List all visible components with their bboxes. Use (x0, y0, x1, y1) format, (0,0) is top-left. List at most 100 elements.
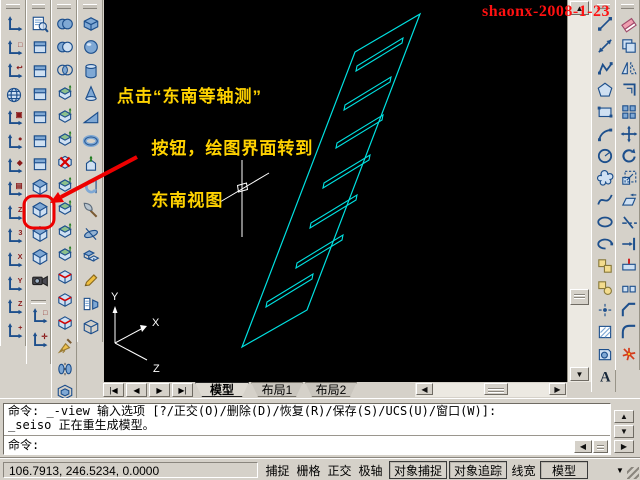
sphere-button[interactable] (81, 37, 101, 57)
chamfer-button[interactable] (619, 300, 639, 320)
spline-button[interactable] (595, 190, 615, 210)
wedge-button[interactable] (81, 107, 101, 127)
make-block-button[interactable] (595, 278, 615, 298)
z-axis-rotate-ucs-button[interactable]: Z (4, 297, 24, 317)
toggle-极轴[interactable]: 极轴 (356, 461, 385, 479)
ucs-dialog-button[interactable]: □ (4, 38, 24, 58)
solids-toolbar-grip[interactable] (83, 4, 97, 9)
front-view-button[interactable] (30, 131, 50, 151)
setup-profile-button[interactable] (81, 317, 101, 337)
separate-button[interactable] (55, 359, 75, 379)
copy-button[interactable] (619, 36, 639, 56)
move-button[interactable] (619, 124, 639, 144)
vertical-scrollbar[interactable]: ▲ ▼ (567, 0, 591, 382)
ucs-button[interactable] (4, 14, 24, 34)
vertical-scroll-thumb[interactable] (570, 289, 589, 305)
command-scroll-left-button[interactable]: ◀ (574, 440, 592, 453)
point-button[interactable] (595, 300, 615, 320)
extrude-faces-button[interactable] (55, 83, 75, 103)
rotate-faces-button[interactable] (55, 175, 75, 195)
copy-faces-button[interactable] (55, 221, 75, 241)
toggle-模型[interactable]: 模型 (540, 461, 588, 479)
top-view-button[interactable] (30, 37, 50, 57)
x-axis-rotate-ucs-button[interactable]: X (4, 250, 24, 270)
tab-布局1[interactable]: 布局1 (251, 382, 303, 397)
stretch-button[interactable] (619, 190, 639, 210)
hatch-button[interactable] (595, 322, 615, 342)
erase-button[interactable] (619, 14, 639, 34)
extend-button[interactable] (619, 234, 639, 254)
right-view-button[interactable] (30, 107, 50, 127)
offset-faces-button[interactable] (55, 129, 75, 149)
subtract-button[interactable] (55, 37, 75, 57)
se-isometric-button[interactable] (30, 200, 50, 220)
named-views-button[interactable] (30, 14, 50, 34)
multiline-text-button[interactable]: A (595, 366, 615, 386)
revolve-button[interactable] (81, 177, 101, 197)
modify-toolbar-grip[interactable] (621, 4, 634, 9)
next-tab-button[interactable]: ▶ (149, 383, 170, 397)
ucs-toolbar-grip[interactable] (6, 4, 20, 9)
sw-isometric-button[interactable] (30, 177, 50, 197)
explode-button[interactable] (619, 344, 639, 364)
scroll-right-button[interactable]: ▶ (549, 383, 566, 395)
command-prompt[interactable]: 命令: (8, 438, 39, 452)
box-button[interactable] (81, 14, 101, 34)
scale-button[interactable] (619, 168, 639, 188)
world-ucs-button[interactable] (4, 85, 24, 105)
back-view-button[interactable] (30, 154, 50, 174)
rotate-button[interactable] (619, 146, 639, 166)
object-ucs-button[interactable]: ▣ (4, 108, 24, 128)
scroll-left-button[interactable]: ◀ (416, 383, 433, 395)
tab-模型[interactable]: 模型 (195, 382, 249, 397)
cone-button[interactable] (81, 84, 101, 104)
toggle-捕捉[interactable]: 捕捉 (263, 461, 292, 479)
command-text-area[interactable]: 命令: _-view 输入选项 [?/正交(O)/删除(D)/恢复(R)/保存(… (3, 403, 611, 455)
apply-ucs-button[interactable]: + (4, 321, 24, 341)
ucs-previous-button[interactable]: ↩ (4, 61, 24, 81)
scroll-down-button[interactable]: ▼ (570, 367, 589, 381)
camera-button[interactable] (30, 270, 50, 290)
section-button[interactable] (81, 224, 101, 244)
region-button[interactable] (595, 344, 615, 364)
horizontal-scrollbar[interactable]: ◀ ▶ (415, 383, 567, 397)
command-scroll-up-button[interactable]: ▲ (614, 410, 634, 423)
intersect-button[interactable] (55, 60, 75, 80)
command-scroll-down-button[interactable]: ▼ (614, 425, 634, 438)
ucs-3point-button[interactable]: 3 (4, 226, 24, 246)
clean-button[interactable] (55, 336, 75, 356)
cylinder-button[interactable] (81, 61, 101, 81)
tab-布局2[interactable]: 布局2 (305, 382, 357, 397)
command-scroll-thumb[interactable] (593, 440, 608, 453)
setup-drawing-button[interactable] (81, 270, 101, 290)
imprint-button[interactable] (55, 313, 75, 333)
named-ucs-dialog-button[interactable]: □ (29, 306, 49, 326)
status-dropdown-icon[interactable]: ▼ (616, 466, 624, 475)
slice-button[interactable] (81, 200, 101, 220)
interfere-button[interactable] (81, 247, 101, 267)
drawing-canvas[interactable]: Y X Z 点击“东南等轴测” 按钮，绘图界面转到 东南视图 (104, 0, 567, 382)
polygon-button[interactable] (595, 80, 615, 100)
arc-button[interactable] (595, 124, 615, 144)
mirror-button[interactable] (619, 58, 639, 78)
break-button[interactable] (619, 278, 639, 298)
toggle-栅格[interactable]: 栅格 (294, 461, 323, 479)
offset-button[interactable] (619, 80, 639, 100)
toggle-对象捕捉[interactable]: 对象捕捉 (389, 461, 447, 479)
bottom-view-button[interactable] (30, 61, 50, 81)
toggle-正交[interactable]: 正交 (325, 461, 354, 479)
ne-isometric-button[interactable] (30, 224, 50, 244)
copy-edges-button[interactable] (55, 267, 75, 287)
extrude-button[interactable] (81, 154, 101, 174)
circle-button[interactable] (595, 146, 615, 166)
toggle-对象追踪[interactable]: 对象追踪 (449, 461, 507, 479)
torus-button[interactable] (81, 131, 101, 151)
ellipse-arc-button[interactable] (595, 234, 615, 254)
revision-cloud-button[interactable] (595, 168, 615, 188)
left-view-button[interactable] (30, 84, 50, 104)
polyline-button[interactable] (595, 58, 615, 78)
trim-button[interactable] (619, 212, 639, 232)
move-faces-button[interactable] (55, 106, 75, 126)
command-scroll-right-button[interactable]: ▶ (614, 440, 634, 453)
array-button[interactable] (619, 102, 639, 122)
